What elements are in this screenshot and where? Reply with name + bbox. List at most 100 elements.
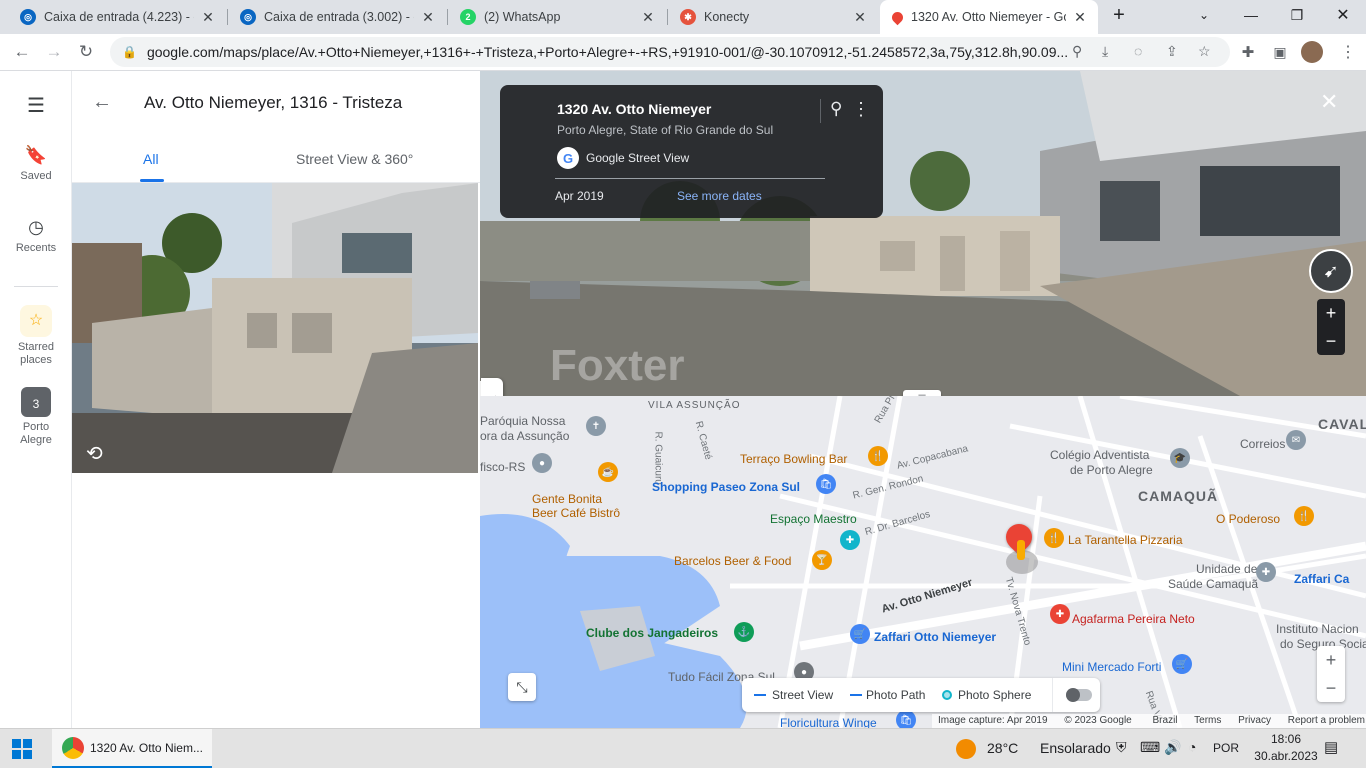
- country-link[interactable]: Brazil: [1153, 715, 1178, 726]
- bar-icon[interactable]: 🍴: [868, 446, 888, 466]
- map-label[interactable]: Paróquia Nossa: [480, 414, 565, 428]
- drinks-icon[interactable]: 🍸: [812, 550, 832, 570]
- close-window-button[interactable]: ✕: [1320, 0, 1366, 30]
- venue-icon[interactable]: ✚: [840, 530, 860, 550]
- rail-starred[interactable]: ☆ Starred places: [0, 305, 72, 367]
- notifications-icon[interactable]: ▤: [1324, 738, 1338, 756]
- park-icon[interactable]: ⚓: [734, 622, 754, 642]
- security-icon[interactable]: ⛨: [1116, 739, 1127, 756]
- map-label[interactable]: Zaffari Otto Niemeyer: [874, 630, 996, 644]
- tab-konecty[interactable]: ✱ Konecty ✕: [668, 0, 878, 34]
- cafe-icon[interactable]: ☕: [598, 462, 618, 482]
- report-problem-link[interactable]: Report a problem: [1288, 715, 1365, 726]
- map-label[interactable]: O Poderoso: [1216, 512, 1280, 526]
- install-icon[interactable]: ⤓: [1102, 43, 1108, 60]
- tab-all[interactable]: All: [143, 151, 159, 167]
- map-pane[interactable]: VILA ASSUNÇÃO Paróquia Nossa ora da Assu…: [480, 396, 1366, 728]
- map-label[interactable]: Shopping Paseo Zona Sul: [652, 480, 800, 494]
- shopping-cart-icon[interactable]: 🛒: [1172, 654, 1192, 674]
- map-label[interactable]: Correios: [1240, 437, 1285, 451]
- map-label[interactable]: Beer Café Bistrô: [532, 506, 620, 520]
- street-view-pane[interactable]: Foxter 1320 Av. Otto Niemeyer Porto Aleg…: [480, 71, 1366, 396]
- clock-time[interactable]: 18:06: [1266, 732, 1306, 746]
- zoom-out-icon[interactable]: −: [1317, 327, 1345, 355]
- forward-button[interactable]: →: [40, 38, 68, 66]
- map-label[interactable]: La Tarantella Pizzaria: [1068, 533, 1183, 547]
- map-label[interactable]: Colégio Adventista: [1050, 448, 1149, 462]
- map-pin-icon[interactable]: ●: [532, 453, 552, 473]
- back-button[interactable]: ←: [8, 38, 36, 66]
- tab-outlook-1[interactable]: ◎ Caixa de entrada (4.223) - ed ✕: [8, 0, 226, 34]
- weather-text[interactable]: Ensolarado: [1040, 740, 1111, 756]
- restaurant-icon[interactable]: 🍴: [1044, 528, 1064, 548]
- share-icon[interactable]: ⇪: [1166, 43, 1178, 60]
- pharmacy-icon[interactable]: ✚: [1050, 604, 1070, 624]
- map-label[interactable]: Barcelos Beer & Food: [674, 554, 791, 568]
- zoom-out-icon[interactable]: −: [1317, 674, 1345, 702]
- menu-icon[interactable]: ⋮: [1334, 38, 1362, 66]
- tab-search-icon[interactable]: ⌄: [1182, 0, 1226, 30]
- school-icon[interactable]: 🎓: [1170, 448, 1190, 468]
- map-label[interactable]: Terraço Bowling Bar: [740, 452, 847, 466]
- map-label[interactable]: fisco-RS: [480, 460, 525, 474]
- close-icon[interactable]: ✕: [1320, 89, 1338, 115]
- url-text[interactable]: google.com/maps/place/Av.+Otto+Niemeyer,…: [147, 44, 1072, 60]
- taskbar-chrome-app[interactable]: 1320 Av. Otto Niem...: [52, 729, 212, 768]
- sun-icon[interactable]: [956, 739, 976, 759]
- network-icon[interactable]: ◔: [1188, 739, 1196, 755]
- close-tab-icon[interactable]: ✕: [640, 9, 656, 25]
- collapse-map-icon[interactable]: ⤡: [508, 673, 536, 701]
- restaurant-icon[interactable]: 🍴: [1294, 506, 1314, 526]
- map-label[interactable]: Clube dos Jangadeiros: [586, 626, 718, 640]
- close-tab-icon[interactable]: ✕: [200, 9, 216, 25]
- more-options-icon[interactable]: ⋮: [852, 99, 870, 120]
- tab-google-maps[interactable]: 1320 Av. Otto Niemeyer - Go ✕: [880, 0, 1098, 34]
- shopping-icon[interactable]: 🛍: [816, 474, 836, 494]
- map-label[interactable]: Gente Bonita: [532, 492, 602, 506]
- tab-whatsapp[interactable]: 2 (2) WhatsApp ✕: [448, 0, 666, 34]
- church-icon[interactable]: ✝: [586, 416, 606, 436]
- shopping-cart-icon[interactable]: 🛒: [850, 624, 870, 644]
- rail-porto-alegre[interactable]: 3 Porto Alegre: [0, 387, 72, 447]
- see-more-dates-link[interactable]: See more dates: [677, 189, 762, 203]
- side-panel-icon[interactable]: ▣: [1266, 38, 1294, 66]
- reload-button[interactable]: ↻: [72, 38, 100, 66]
- rail-recents[interactable]: ◷ Recents: [0, 217, 72, 254]
- map-label[interactable]: Zaffari Ca: [1294, 572, 1349, 586]
- eye-off-icon[interactable]: ◌: [1134, 43, 1142, 59]
- close-tab-icon[interactable]: ✕: [420, 9, 436, 25]
- map-label[interactable]: Espaço Maestro: [770, 512, 857, 526]
- location-icon[interactable]: ⚲: [1072, 43, 1082, 60]
- address-bar[interactable]: 🔒 google.com/maps/place/Av.+Otto+Niemeye…: [110, 37, 1230, 67]
- weather-temp[interactable]: 28°C: [987, 740, 1018, 756]
- place-photo[interactable]: ⟲: [72, 183, 478, 473]
- ime-icon[interactable]: ⌨: [1140, 739, 1160, 756]
- back-arrow-icon[interactable]: ←: [92, 91, 112, 114]
- clock-date[interactable]: 30.abr.2023: [1248, 749, 1324, 763]
- map-label[interactable]: Saúde Camaquã: [1168, 577, 1258, 591]
- map-label[interactable]: Instituto Nacion: [1276, 622, 1359, 636]
- shopping-icon[interactable]: 🛍: [896, 710, 916, 728]
- compass-icon[interactable]: ➹: [1309, 249, 1353, 293]
- extensions-icon[interactable]: ✚: [1234, 38, 1262, 66]
- map-label[interactable]: Unidade de: [1196, 562, 1257, 576]
- map-label[interactable]: ora da Assunção: [480, 429, 569, 443]
- terms-link[interactable]: Terms: [1194, 715, 1221, 726]
- mail-icon[interactable]: ✉: [1286, 430, 1306, 450]
- new-tab-button[interactable]: +: [1100, 0, 1138, 30]
- minimize-button[interactable]: —: [1228, 0, 1274, 30]
- map-label[interactable]: Floricultura Winge: [780, 716, 877, 728]
- close-tab-icon[interactable]: ✕: [1072, 9, 1088, 25]
- hamburger-menu-icon[interactable]: ☰: [0, 93, 72, 118]
- tab-street-view[interactable]: Street View & 360°: [296, 151, 413, 167]
- tab-outlook-2[interactable]: ◎ Caixa de entrada (3.002) - ed ✕: [228, 0, 446, 34]
- street-view-toggle[interactable]: [1066, 688, 1092, 702]
- map-label[interactable]: Mini Mercado Forti: [1062, 660, 1161, 674]
- windows-start-icon[interactable]: [12, 739, 32, 759]
- language-indicator[interactable]: POR: [1213, 741, 1239, 755]
- restore-button[interactable]: ❐: [1274, 0, 1320, 30]
- close-tab-icon[interactable]: ✕: [852, 9, 868, 25]
- rail-saved[interactable]: 🔖 Saved: [0, 145, 72, 182]
- map-label[interactable]: Agafarma Pereira Neto: [1072, 612, 1195, 626]
- privacy-link[interactable]: Privacy: [1238, 715, 1271, 726]
